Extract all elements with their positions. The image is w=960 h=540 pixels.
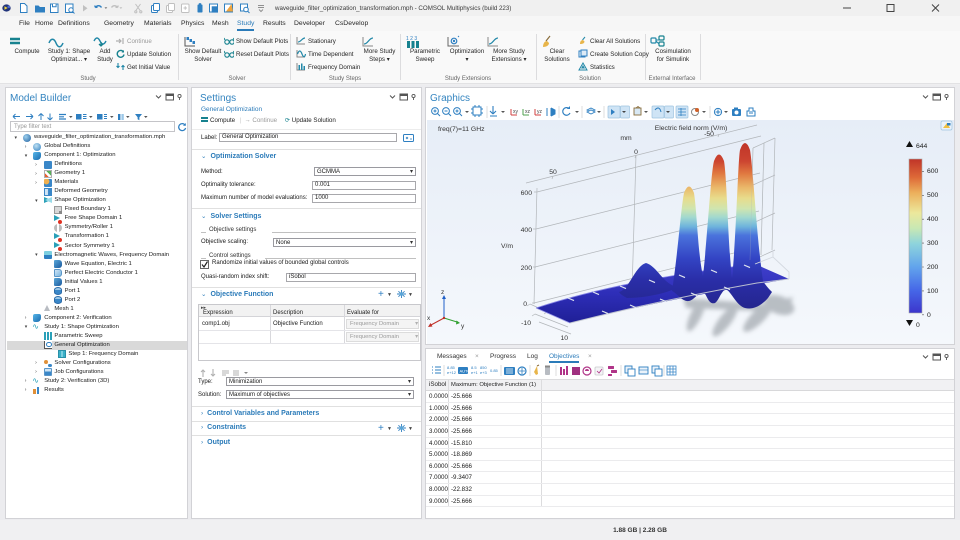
svg-text:0: 0 bbox=[916, 322, 920, 329]
svg-text:e+12: e+12 bbox=[447, 370, 457, 375]
svg-text:Electric field norm (V/m): Electric field norm (V/m) bbox=[655, 125, 728, 132]
svg-text:xy: xy bbox=[513, 109, 519, 115]
svg-text:100: 100 bbox=[927, 288, 939, 295]
svg-text:e+1: e+1 bbox=[471, 370, 479, 375]
svg-text:AUTO: AUTO bbox=[460, 369, 471, 374]
svg-text:200: 200 bbox=[927, 264, 939, 271]
svg-text:500: 500 bbox=[927, 192, 939, 199]
svg-text:400: 400 bbox=[927, 216, 939, 223]
svg-text:xz: xz bbox=[525, 109, 531, 115]
svg-text:200: 200 bbox=[521, 265, 533, 272]
svg-text:-10: -10 bbox=[521, 320, 531, 327]
svg-text:300: 300 bbox=[927, 240, 939, 247]
svg-text:0: 0 bbox=[927, 312, 931, 319]
svg-text:freq(7)=11 GHz: freq(7)=11 GHz bbox=[438, 126, 485, 133]
svg-text:644: 644 bbox=[916, 143, 928, 150]
svg-text:V/m: V/m bbox=[501, 243, 513, 250]
svg-text:400: 400 bbox=[521, 227, 533, 234]
svg-text:mm: mm bbox=[620, 135, 632, 142]
svg-text:10: 10 bbox=[560, 335, 568, 342]
svg-text:600: 600 bbox=[521, 190, 533, 197]
svg-text:0: 0 bbox=[523, 301, 527, 308]
svg-text:z: z bbox=[441, 289, 444, 296]
svg-text:yz: yz bbox=[537, 109, 543, 115]
svg-text:600: 600 bbox=[927, 168, 939, 175]
svg-text:50: 50 bbox=[549, 169, 557, 176]
svg-text:e+3: e+3 bbox=[480, 370, 488, 375]
svg-text:0.85: 0.85 bbox=[490, 368, 499, 373]
